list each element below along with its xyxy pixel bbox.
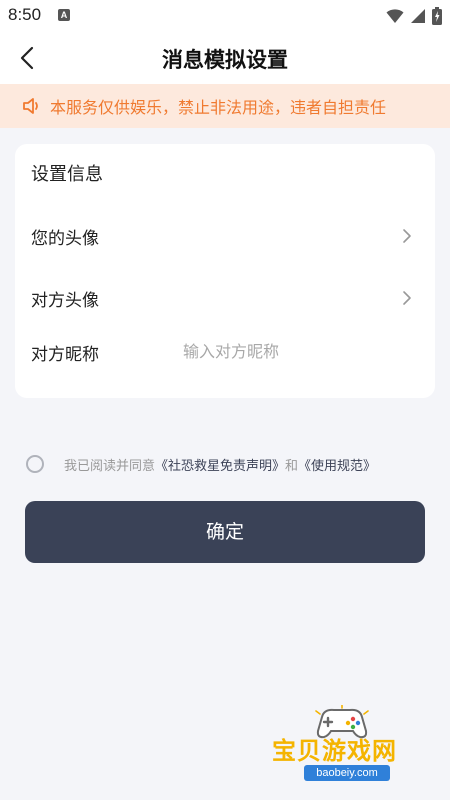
- section-title: 设置信息: [31, 164, 103, 185]
- agree-checkbox[interactable]: [26, 455, 44, 473]
- my-avatar-row[interactable]: 您的头像: [15, 212, 435, 260]
- battery-icon: [432, 7, 442, 25]
- status-indicators: [386, 7, 442, 25]
- page-title: 消息模拟设置: [162, 48, 288, 72]
- my-avatar-label: 您的头像: [31, 229, 99, 249]
- wifi-icon: [386, 9, 404, 23]
- nickname-input[interactable]: [183, 336, 403, 366]
- nav-bar: 消息模拟设置: [0, 32, 450, 84]
- nickname-label: 对方昵称: [31, 345, 99, 365]
- notice-text: 本服务仅供娱乐，禁止非法用途，违者自担责任: [50, 98, 387, 117]
- watermark-domain: baobeiy.com: [304, 765, 390, 781]
- screen: 8:50 A 消息模拟设置 本服务仅供娱乐，禁止非法用途，违者自担责任 设置信息…: [0, 0, 450, 800]
- chevron-right-icon: [403, 229, 411, 243]
- watermark-title: 宝贝游戏网: [272, 737, 397, 765]
- agreement-conjunction: 和: [285, 458, 299, 474]
- notification-badge-icon: A: [58, 9, 70, 21]
- terms-link[interactable]: 《使用规范》: [298, 459, 376, 474]
- other-avatar-label: 对方头像: [31, 291, 99, 311]
- settings-card: 设置信息 您的头像 对方头像 对方昵称: [15, 144, 435, 398]
- status-bar: 8:50 A: [0, 0, 450, 32]
- signal-icon: [411, 9, 425, 23]
- chevron-right-icon: [403, 291, 411, 305]
- notice-bar: 本服务仅供娱乐，禁止非法用途，违者自担责任: [0, 84, 450, 128]
- agreement-prefix: 我已阅读并同意: [64, 458, 156, 474]
- confirm-button[interactable]: 确定: [25, 501, 425, 563]
- disclaimer-link[interactable]: 《社恐救星免责声明》: [155, 459, 285, 474]
- speaker-icon: [23, 98, 38, 114]
- agreement-text: 我已阅读并同意《社恐救星免责声明》和《使用规范》: [64, 455, 376, 474]
- status-time: 8:50: [8, 5, 42, 24]
- agreement-row: 我已阅读并同意《社恐救星免责声明》和《使用规范》: [26, 452, 376, 476]
- nickname-row: 对方昵称: [15, 328, 435, 376]
- other-avatar-row[interactable]: 对方头像: [15, 274, 435, 322]
- watermark: 宝贝游戏网 baobeiy.com: [262, 705, 432, 795]
